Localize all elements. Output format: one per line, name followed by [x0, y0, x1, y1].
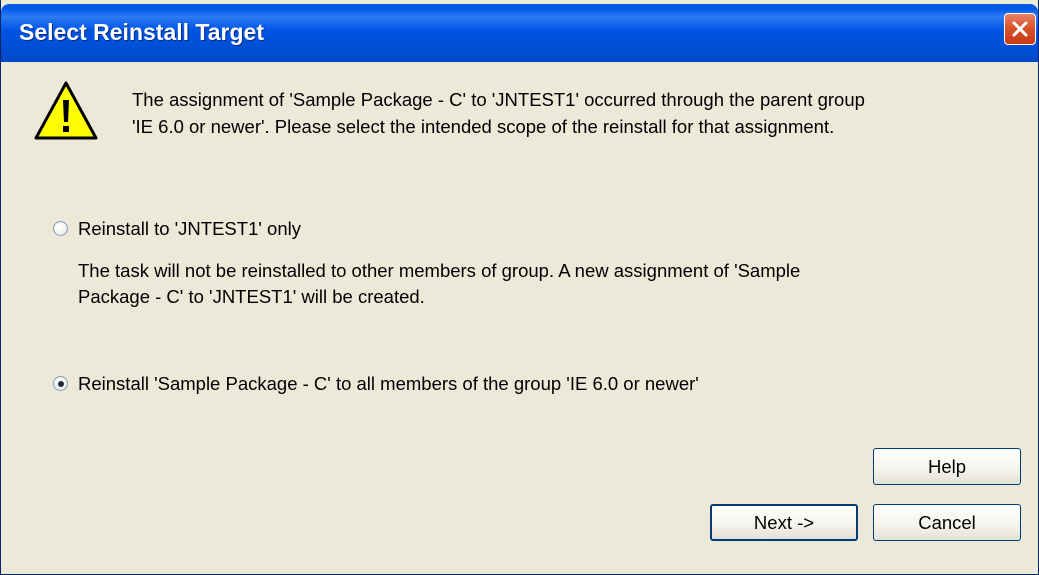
window-title: Select Reinstall Target — [19, 19, 264, 45]
option-reinstall-only-description-line-2: Package - C' to 'JNTEST1' will be create… — [78, 286, 425, 307]
help-button[interactable]: Help — [873, 448, 1021, 485]
close-icon — [1012, 21, 1028, 37]
radio-reinstall-all[interactable] — [53, 376, 68, 391]
option-reinstall-only-description-line-1: The task will not be reinstalled to othe… — [78, 260, 801, 281]
radio-selected-dot — [57, 380, 64, 387]
close-button[interactable] — [1004, 13, 1036, 45]
message-text-line-2: 'IE 6.0 or newer'. Please select the int… — [132, 116, 835, 137]
next-button[interactable]: Next -> — [710, 504, 858, 541]
reinstall-dialog: Select Reinstall Target The assignment o… — [0, 0, 1039, 575]
option-reinstall-only-label[interactable]: Reinstall to 'JNTEST1' only — [78, 217, 301, 240]
warning-icon — [34, 81, 98, 140]
title-bar[interactable]: Select Reinstall Target — [1, 4, 1038, 62]
cancel-button[interactable]: Cancel — [873, 504, 1021, 541]
radio-reinstall-only[interactable] — [53, 221, 68, 236]
option-reinstall-all-label[interactable]: Reinstall 'Sample Package - C' to all me… — [78, 372, 699, 395]
message-text-line-1: The assignment of 'Sample Package - C' t… — [132, 89, 865, 110]
